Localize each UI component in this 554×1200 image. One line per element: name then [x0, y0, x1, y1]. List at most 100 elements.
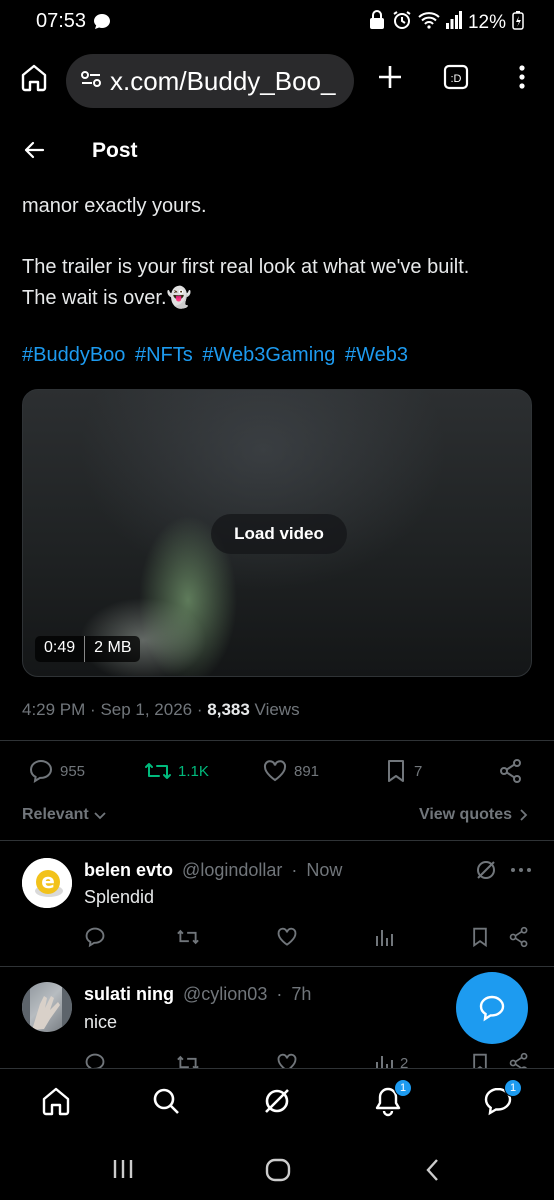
views-count: 8,383: [207, 700, 250, 719]
site-settings-icon[interactable]: [80, 70, 102, 93]
avatar-hand-image: [22, 982, 72, 1032]
like-button[interactable]: 891: [262, 758, 319, 784]
reply-time: 7h: [291, 984, 312, 1004]
reply-bookmark-icon[interactable]: [470, 926, 490, 948]
like-count: 891: [294, 762, 320, 780]
ghost-emoji: 👻: [166, 287, 192, 309]
reply-actions: 2: [0, 1052, 554, 1068]
hashtag-link[interactable]: #Web3: [345, 344, 408, 366]
post-header: Post: [0, 118, 554, 184]
heart-icon: [263, 760, 287, 782]
video-info-badges: 0:49 2 MB: [35, 636, 141, 662]
reply-bookmark-icon[interactable]: [470, 1052, 490, 1068]
chevron-down-icon: [94, 812, 106, 820]
reply-separator: ·: [291, 860, 298, 880]
video-player[interactable]: Load video 0:49 2 MB: [22, 389, 532, 677]
views-label: Views: [254, 700, 300, 719]
reply-author: belen evto @logindollar · Now: [84, 860, 342, 881]
avatar[interactable]: [22, 982, 72, 1032]
reply-views-icon[interactable]: 2: [374, 1052, 408, 1068]
grok-icon[interactable]: [474, 858, 498, 887]
system-nav-bar: [0, 1138, 554, 1200]
reply-repost-icon[interactable]: [176, 926, 200, 948]
sort-dropdown[interactable]: Relevant: [22, 806, 107, 824]
messages-icon[interactable]: 1: [482, 1079, 522, 1122]
reply-handle[interactable]: @cylion03: [183, 984, 267, 1004]
meta-separator: ·: [196, 700, 208, 719]
reply-share-icon[interactable]: [508, 1052, 530, 1068]
tab-switcher-icon[interactable]: :D: [442, 62, 470, 97]
divider: [0, 740, 554, 741]
reply-text: Splendid: [84, 887, 155, 907]
new-tab-icon[interactable]: [376, 62, 404, 97]
share-button[interactable]: [498, 758, 524, 784]
reply-actions: [0, 926, 554, 954]
load-video-button[interactable]: Load video: [211, 514, 347, 554]
lock-icon: [368, 10, 386, 36]
recent-apps-icon[interactable]: [112, 1158, 134, 1185]
video-duration: 0:49: [44, 639, 76, 656]
grok-nav-icon[interactable]: [261, 1085, 293, 1122]
post-text-line-3: The wait is over.👻: [22, 284, 537, 313]
avatar[interactable]: e: [22, 858, 72, 908]
chat-bubble-icon: [479, 995, 505, 1022]
url-text: x.com/Buddy_Boo_: [110, 65, 336, 96]
reply-heart-icon[interactable]: [276, 1052, 298, 1068]
post-text-line: The trailer is your first real look at w…: [22, 256, 470, 278]
compose-reply-button[interactable]: [456, 972, 528, 1044]
reply-count: 955: [60, 762, 86, 780]
browser-home-icon[interactable]: [20, 62, 48, 97]
post-meta: 4:29 PM · Sep 1, 2026 · 8,383 Views: [22, 700, 300, 720]
reply-name[interactable]: belen evto: [84, 860, 173, 880]
battery-charging-icon: [512, 10, 524, 36]
reply-views-icon[interactable]: [374, 926, 400, 948]
system-back-icon[interactable]: [424, 1158, 442, 1187]
meta-separator: ·: [90, 700, 101, 719]
reply-separator: ·: [276, 984, 283, 1004]
video-size: 2 MB: [94, 639, 132, 656]
hashtag-link[interactable]: #NFTs: [135, 344, 193, 366]
reply-button[interactable]: 955: [28, 758, 85, 784]
battery-percent: 12%: [467, 12, 506, 33]
browser-toolbar: x.com/Buddy_Boo_ :D: [0, 44, 554, 118]
status-bar: 07:53 12%: [0, 0, 554, 44]
notifications-badge: 1: [394, 1079, 412, 1097]
sort-label: Relevant: [22, 806, 89, 823]
bookmark-icon: [388, 760, 404, 782]
reply-author: sulati ning @cylion03 · 7h: [84, 984, 311, 1005]
reply-time: Now: [306, 860, 343, 880]
reply-name[interactable]: sulati ning: [84, 984, 174, 1004]
view-quotes-label: View quotes: [418, 806, 512, 823]
hashtag-link[interactable]: #BuddyBoo: [22, 344, 125, 366]
share-icon: [500, 759, 521, 783]
bookmark-button[interactable]: 7: [384, 758, 422, 784]
post-text-line: manor exactly yours.: [22, 195, 207, 217]
search-icon[interactable]: [150, 1085, 182, 1122]
post-actions: 955 1.1K 891 7: [0, 758, 554, 792]
chat-bubble-icon: [92, 12, 112, 37]
reply-heart-icon[interactable]: [276, 926, 298, 948]
hashtag-link[interactable]: #Web3Gaming: [202, 344, 335, 366]
reply-repost-icon[interactable]: [176, 1052, 200, 1068]
reply-share-icon[interactable]: [508, 926, 530, 948]
back-arrow-icon[interactable]: [22, 138, 46, 167]
address-bar[interactable]: x.com/Buddy_Boo_: [66, 54, 354, 108]
view-quotes-link[interactable]: View quotes: [419, 806, 528, 824]
reply-icon: [29, 759, 53, 783]
browser-menu-icon[interactable]: [508, 62, 536, 97]
page-title: Post: [92, 139, 138, 162]
system-home-icon[interactable]: [265, 1158, 291, 1187]
notifications-icon[interactable]: 1: [372, 1079, 412, 1122]
avatar-letter: e: [41, 869, 55, 893]
more-options-icon[interactable]: [510, 858, 532, 887]
post-text: The wait is over.: [22, 287, 167, 309]
repost-count: 1.1K: [178, 762, 209, 780]
home-icon[interactable]: [40, 1085, 72, 1122]
reply-handle[interactable]: @logindollar: [182, 860, 282, 880]
reply-comment-icon[interactable]: [84, 926, 106, 948]
wifi-icon: [418, 11, 440, 35]
reply-item[interactable]: e belen evto @logindollar · Now Splendid: [0, 840, 554, 966]
repost-button[interactable]: 1.1K: [144, 758, 209, 784]
reply-comment-icon[interactable]: [84, 1052, 106, 1068]
reply-views-count: 2: [400, 1054, 409, 1069]
